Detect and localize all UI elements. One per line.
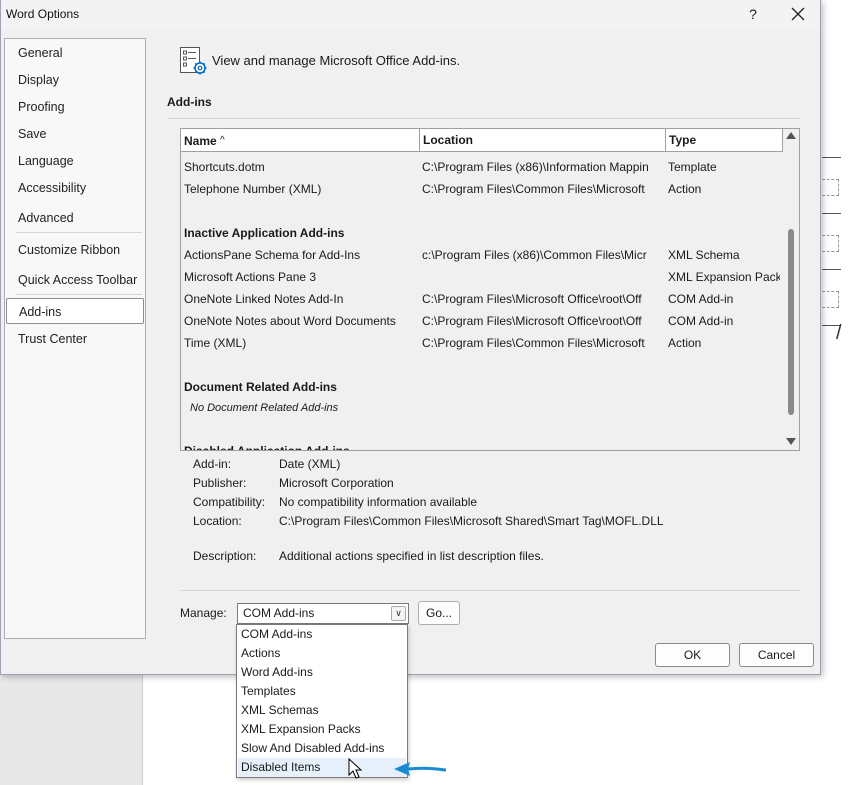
dropdown-option-com-add-ins[interactable]: COM Add-ins <box>238 625 406 644</box>
addin-location: C:\Program Files\Microsoft Office\root\O… <box>422 292 642 306</box>
addin-type: Action <box>668 336 702 350</box>
nav-item-general[interactable]: General <box>6 40 144 66</box>
dropdown-option-disabled-items[interactable]: Disabled Items <box>238 758 406 777</box>
addin-name: Microsoft Actions Pane 3 <box>184 270 317 284</box>
dropdown-option-xml-expansion-packs[interactable]: XML Expansion Packs <box>238 720 406 739</box>
dropdown-option-templates[interactable]: Templates <box>238 682 406 701</box>
addin-name: Telephone Number (XML) <box>184 182 322 196</box>
addin-location: C:\Program Files\Common Files\Microsoft <box>422 182 645 196</box>
mouse-pointer-icon <box>348 758 363 779</box>
placeholder-box <box>822 291 839 308</box>
group-header-document: Document Related Add-ins <box>184 380 337 394</box>
addin-type: Action <box>668 182 702 196</box>
add-ins-list[interactable]: Name ^ Location Type Shortcuts.dotm C:\P… <box>180 128 800 451</box>
nav-divider <box>16 294 142 295</box>
go-button[interactable]: Go... <box>418 601 460 625</box>
dropdown-option-actions[interactable]: Actions <box>238 644 406 663</box>
addin-location: C:\Program Files (x86)\Information Mappi… <box>422 160 649 174</box>
addin-type: COM Add-in <box>668 314 734 328</box>
cancel-button[interactable]: Cancel <box>739 643 814 667</box>
ruler-mark <box>822 213 841 214</box>
scroll-up-arrow-icon[interactable] <box>786 132 796 139</box>
nav-divider <box>16 232 142 233</box>
addin-name: OneNote Notes about Word Documents <box>184 314 396 328</box>
annotation-arrow-icon <box>394 762 446 776</box>
dropdown-option-xml-schemas[interactable]: XML Schemas <box>238 701 406 720</box>
nav-item-accessibility[interactable]: Accessibility <box>6 175 144 201</box>
nav-item-trust-center[interactable]: Trust Center <box>6 326 144 352</box>
add-ins-icon <box>180 47 207 75</box>
manage-dropdown-list[interactable]: COM Add-ins Actions Word Add-ins Templat… <box>236 624 408 778</box>
addin-type: COM Add-in <box>668 292 734 306</box>
detail-publisher-value: Microsoft Corporation <box>279 476 394 490</box>
scroll-down-arrow-icon[interactable] <box>786 438 796 445</box>
placeholder-box <box>822 235 839 252</box>
slash-glyph: / <box>836 322 842 344</box>
detail-description-value: Additional actions specified in list des… <box>279 549 544 563</box>
ruler-mark <box>822 269 841 270</box>
close-icon <box>791 7 805 21</box>
detail-addin-value: Date (XML) <box>279 457 341 471</box>
manage-label: Manage: <box>180 606 227 620</box>
chevron-down-icon[interactable]: ∨ <box>391 606 406 621</box>
detail-description-label: Description: <box>193 549 257 563</box>
nav-item-save[interactable]: Save <box>6 121 144 147</box>
group-header-inactive: Inactive Application Add-ins <box>184 226 345 240</box>
nav-item-customize-ribbon[interactable]: Customize Ribbon <box>6 237 144 263</box>
addin-type: XML Expansion Pack <box>668 270 780 284</box>
addin-location: c:\Program Files (x86)\Common Files\Micr <box>422 248 647 262</box>
addin-type: Template <box>668 160 717 174</box>
dropdown-option-word-add-ins[interactable]: Word Add-ins <box>238 663 406 682</box>
nav-item-proofing[interactable]: Proofing <box>6 94 144 120</box>
manage-selected-value: COM Add-ins <box>243 606 315 620</box>
word-options-dialog: Word Options ? General Display Proofing … <box>0 0 821 675</box>
nav-item-display[interactable]: Display <box>6 67 144 93</box>
addin-location: C:\Program Files\Common Files\Microsoft <box>422 336 645 350</box>
empty-group-message: No Document Related Add-ins <box>190 402 339 414</box>
placeholder-box <box>822 179 839 196</box>
detail-compatibility-value: No compatibility information available <box>279 495 478 509</box>
section-divider <box>167 118 800 119</box>
details-divider <box>180 590 800 591</box>
nav-item-quick-access-toolbar[interactable]: Quick Access Toolbar <box>6 267 144 293</box>
dialog-title: Word Options <box>6 7 80 21</box>
nav-item-add-ins[interactable]: Add-ins <box>6 298 144 324</box>
section-title: Add-ins <box>167 95 212 109</box>
scrollbar-thumb[interactable] <box>788 229 794 415</box>
addin-location: C:\Program Files\Microsoft Office\root\O… <box>422 314 642 328</box>
detail-location-label: Location: <box>193 514 242 528</box>
title-bar: Word Options ? <box>1 0 820 30</box>
detail-addin-label: Add-in: <box>193 457 232 471</box>
dropdown-option-slow-and-disabled[interactable]: Slow And Disabled Add-ins <box>238 739 406 758</box>
page-heading: View and manage Microsoft Office Add-ins… <box>212 53 461 68</box>
ok-button[interactable]: OK <box>655 643 730 667</box>
detail-compatibility-label: Compatibility: <box>193 495 266 509</box>
addin-name: Time (XML) <box>184 336 247 350</box>
addin-name: OneNote Linked Notes Add-In <box>184 292 344 306</box>
group-header-disabled: Disabled Application Add-ins <box>184 444 350 451</box>
manage-select[interactable]: COM Add-ins ∨ <box>237 603 409 624</box>
column-name-label: Name <box>184 134 217 148</box>
addin-type: XML Schema <box>668 248 740 262</box>
column-header-location[interactable]: Location <box>420 129 666 152</box>
nav-item-language[interactable]: Language <box>6 148 144 174</box>
ruler-mark <box>822 157 841 158</box>
options-nav: General Display Proofing Save Language A… <box>4 38 146 639</box>
list-scrollbar[interactable] <box>783 129 799 450</box>
close-button[interactable] <box>785 2 811 26</box>
addin-name: ActionsPane Schema for Add-Ins <box>184 248 361 262</box>
nav-item-advanced[interactable]: Advanced <box>6 205 144 231</box>
detail-publisher-label: Publisher: <box>193 476 247 490</box>
sort-ascending-icon: ^ <box>220 135 225 146</box>
help-button[interactable]: ? <box>743 3 763 25</box>
column-header-type[interactable]: Type <box>666 129 783 152</box>
column-header-name[interactable]: Name ^ <box>181 129 420 152</box>
detail-location-value: C:\Program Files\Common Files\Microsoft … <box>279 514 664 528</box>
addin-name: Shortcuts.dotm <box>184 160 265 174</box>
